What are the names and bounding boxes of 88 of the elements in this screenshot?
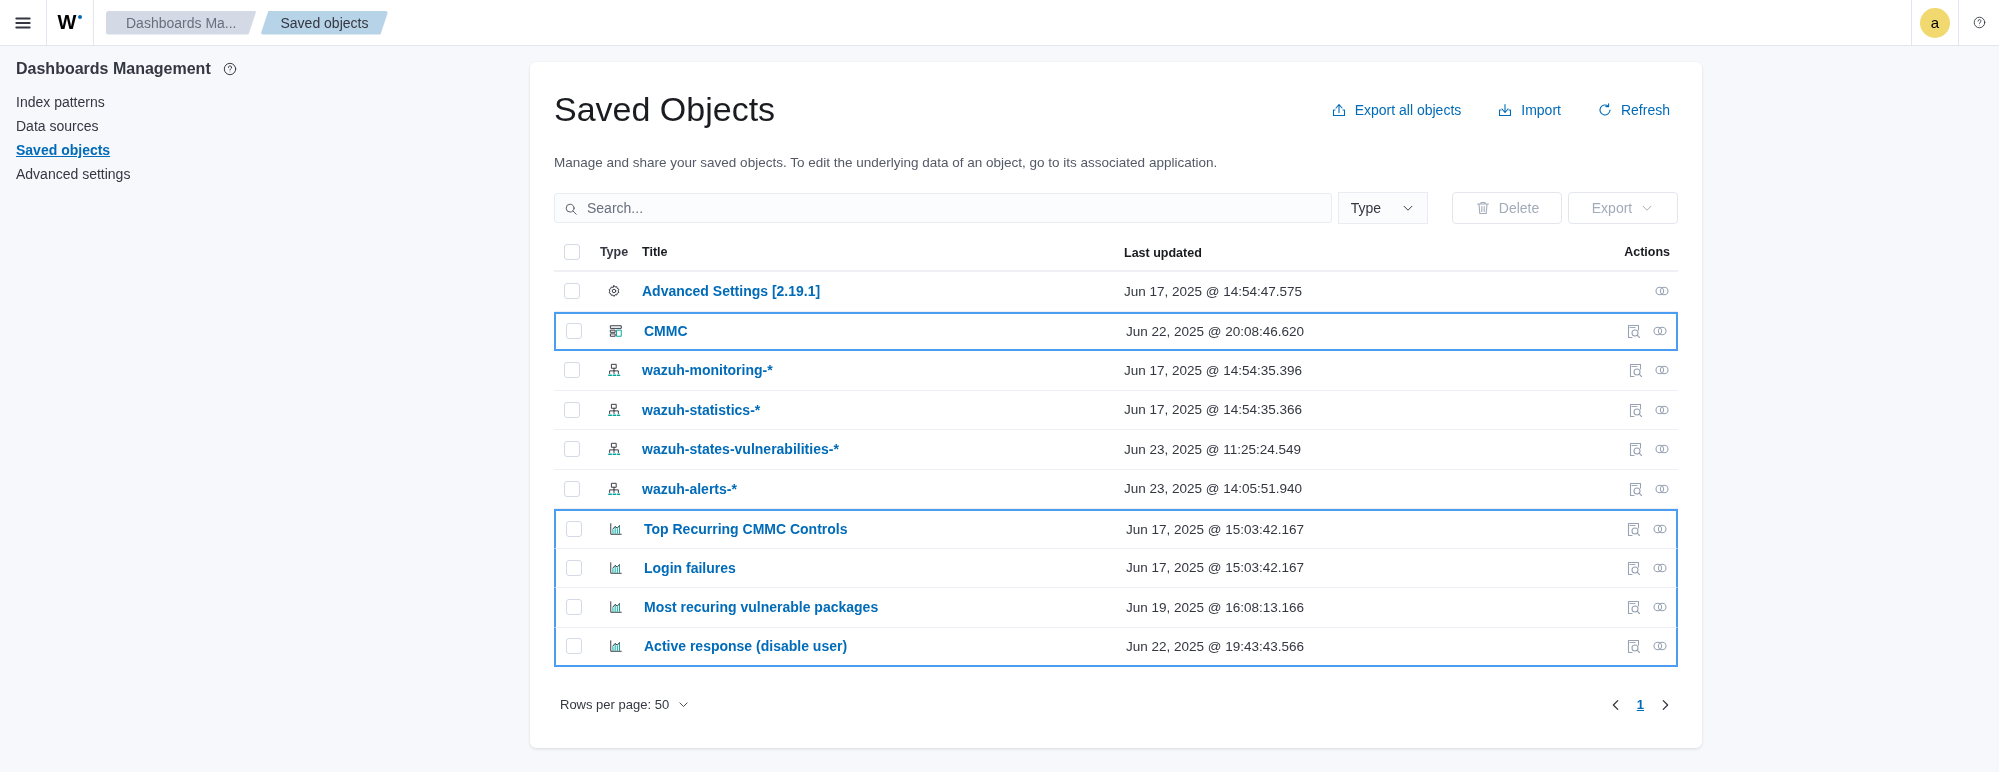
table-cell: Jun 17, 2025 @ 14:54:35.366 xyxy=(1124,402,1303,418)
row-checkbox[interactable] xyxy=(566,638,582,655)
download-icon xyxy=(1497,101,1514,118)
table-cell: Jun 22, 2025 @ 20:08:46.620 xyxy=(1126,323,1305,339)
hierarchy-icon xyxy=(607,481,621,496)
row-checkbox[interactable] xyxy=(566,323,582,340)
header-action-link[interactable]: Import xyxy=(1497,101,1561,118)
hierarchy-icon xyxy=(607,442,621,457)
table-cell: Jun 17, 2025 @ 14:54:47.575 xyxy=(1124,283,1303,299)
chart-icon xyxy=(609,639,623,654)
object-title-link[interactable]: Advanced Settings [2.19.1] xyxy=(642,283,821,300)
page-description: Manage and share your saved objects. To edit the underlying data of an object, go to its associated application. xyxy=(554,155,1219,170)
column-header: Actions xyxy=(1624,245,1670,259)
page-number-link[interactable]: 1 xyxy=(1636,697,1644,712)
row-checkbox[interactable] xyxy=(566,599,582,616)
type-filter-button[interactable]: Type xyxy=(1337,192,1428,224)
inspect-icon xyxy=(1626,638,1642,655)
hierarchy-icon xyxy=(607,363,621,378)
inspect-button[interactable] xyxy=(1628,441,1644,458)
chart-icon xyxy=(609,560,623,575)
row-checkbox[interactable] xyxy=(564,401,580,418)
help-icon xyxy=(1972,16,1986,29)
sidebar-link[interactable]: Data sources xyxy=(16,114,99,138)
sidebar-link[interactable]: Index patterns xyxy=(16,90,105,114)
inspect-icon xyxy=(1628,480,1644,497)
breadcrumb[interactable]: Saved objects xyxy=(260,10,389,35)
header-action-link[interactable]: Refresh xyxy=(1596,101,1670,118)
gear-icon xyxy=(607,284,621,299)
inspect-button[interactable] xyxy=(1626,323,1642,340)
table-cell: Jun 17, 2025 @ 15:03:42.167 xyxy=(1126,521,1305,537)
help-icon xyxy=(222,62,237,76)
inspect-icon xyxy=(1626,559,1642,576)
header-action-link[interactable]: Export all objects xyxy=(1330,101,1462,118)
table-cell: Jun 23, 2025 @ 14:05:51.940 xyxy=(1124,481,1303,497)
inspect-button[interactable] xyxy=(1628,480,1644,497)
sidebar-title: Dashboards Management xyxy=(16,60,211,78)
select-all-checkbox[interactable] xyxy=(564,244,580,260)
object-title-link[interactable]: Most recuring vulnerable packages xyxy=(644,599,879,616)
rows-per-page-button[interactable]: Rows per page: 50 xyxy=(560,697,691,712)
sidebar-link[interactable]: Advanced settings xyxy=(16,162,131,186)
refresh-icon xyxy=(1596,101,1613,118)
hierarchy-icon xyxy=(607,402,621,417)
table-cell: Jun 17, 2025 @ 15:03:42.167 xyxy=(1126,560,1305,576)
search-icon xyxy=(564,202,578,216)
table-cell: Jun 17, 2025 @ 14:54:35.396 xyxy=(1124,362,1303,378)
page-title: Saved Objects xyxy=(554,90,776,129)
row-checkbox[interactable] xyxy=(564,362,580,379)
inspect-icon xyxy=(1626,599,1642,616)
inspect-icon xyxy=(1628,401,1644,418)
inspect-button[interactable] xyxy=(1626,559,1642,576)
table-cell: Jun 22, 2025 @ 19:43:43.566 xyxy=(1126,638,1305,654)
breadcrumb[interactable]: Dashboards Ma... xyxy=(106,10,257,35)
inspect-button[interactable] xyxy=(1626,599,1642,616)
object-title-link[interactable]: wazuh-states-vulnerabilities-* xyxy=(642,441,839,458)
chart-icon xyxy=(609,522,623,537)
table-cell: Jun 19, 2025 @ 16:08:13.166 xyxy=(1126,599,1305,615)
object-title-link[interactable]: Login failures xyxy=(644,559,736,576)
inspect-button[interactable] xyxy=(1628,362,1644,379)
row-checkbox[interactable] xyxy=(564,283,580,300)
object-title-link[interactable]: Active response (disable user) xyxy=(644,638,848,655)
trash-icon xyxy=(1474,200,1491,216)
user-avatar[interactable]: a xyxy=(1920,7,1950,38)
row-checkbox[interactable] xyxy=(566,521,582,538)
row-checkbox[interactable] xyxy=(566,559,582,576)
object-title-link[interactable]: wazuh-statistics-* xyxy=(642,401,761,418)
row-checkbox[interactable] xyxy=(564,441,580,458)
sidebar-link[interactable]: Saved objects xyxy=(16,138,111,162)
inspect-button[interactable] xyxy=(1626,638,1642,655)
object-title-link[interactable]: CMMC xyxy=(644,323,688,340)
column-header: Last updated xyxy=(1124,245,1202,260)
column-header: Type xyxy=(599,245,629,259)
upload-icon xyxy=(1330,101,1347,118)
object-title-link[interactable]: Top Recurring CMMC Controls xyxy=(644,521,848,538)
inspect-icon xyxy=(1628,362,1644,379)
search-field[interactable]: Search... xyxy=(554,193,1332,223)
dashboard-icon xyxy=(609,324,623,339)
table-cell: Jun 23, 2025 @ 11:25:24.549 xyxy=(1124,441,1302,457)
row-checkbox[interactable] xyxy=(564,480,580,497)
inspect-icon xyxy=(1626,521,1642,538)
object-title-link[interactable]: wazuh-monitoring-* xyxy=(642,362,773,379)
object-title-link[interactable]: wazuh-alerts-* xyxy=(642,480,737,497)
inspect-button[interactable] xyxy=(1628,401,1644,418)
inspect-icon xyxy=(1626,323,1642,340)
inspect-icon xyxy=(1628,441,1644,458)
inspect-button[interactable] xyxy=(1626,521,1642,538)
column-header: Title xyxy=(642,245,668,259)
logo[interactable]: W xyxy=(57,10,83,35)
chart-icon xyxy=(609,600,623,615)
